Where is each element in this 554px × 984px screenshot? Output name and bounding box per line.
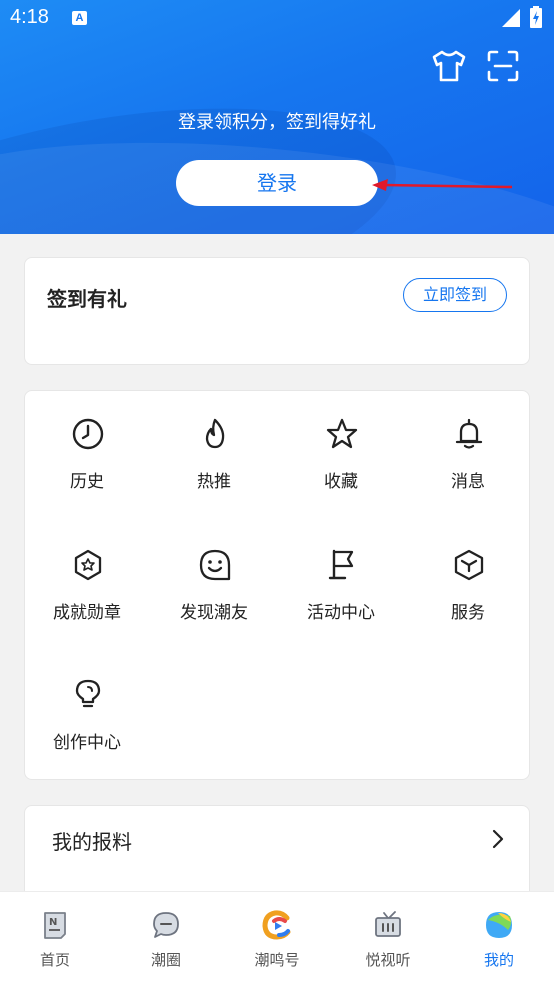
grid-item-label: 成就勋章 bbox=[53, 603, 121, 623]
bottom-tab-bar: N 首页 潮圈 潮鸣号 悦视听 我的 bbox=[0, 891, 554, 984]
sign-in-button[interactable]: 立即签到 bbox=[403, 278, 507, 312]
tab-yueshiting[interactable]: 悦视听 bbox=[333, 892, 443, 984]
profile-header: 4:18 A 登录领积分，签到得好礼 登录 bbox=[0, 0, 554, 234]
tab-mine[interactable]: 我的 bbox=[444, 892, 554, 984]
my-reports-title: 我的报料 bbox=[52, 830, 132, 854]
grid-item-label: 发现潮友 bbox=[180, 603, 248, 623]
sign-in-title: 签到有礼 bbox=[47, 287, 127, 311]
chat-bubble-icon bbox=[153, 912, 179, 938]
badge-icon bbox=[74, 549, 102, 581]
tab-chaoquan[interactable]: 潮圈 bbox=[111, 892, 221, 984]
signal-icon bbox=[502, 9, 520, 27]
feature-grid: 历史 热推 收藏 消息 成就勋章 发现潮友 活动中心 服务 创作中心 bbox=[24, 390, 530, 780]
grid-item-history[interactable]: 历史 bbox=[27, 391, 147, 501]
battery-icon bbox=[530, 6, 542, 28]
tab-label: 潮鸣号 bbox=[254, 951, 300, 969]
grid-item-achievements[interactable]: 成就勋章 bbox=[27, 522, 147, 632]
grid-item-creator-center[interactable]: 创作中心 bbox=[27, 652, 147, 762]
login-button[interactable]: 登录 bbox=[176, 160, 378, 206]
login-prompt: 登录领积分，签到得好礼 bbox=[178, 112, 376, 133]
grid-item-services[interactable]: 服务 bbox=[408, 522, 528, 632]
tab-home[interactable]: N 首页 bbox=[0, 892, 110, 984]
scan-icon[interactable] bbox=[485, 48, 521, 84]
profile-blob-icon bbox=[486, 912, 512, 938]
grid-item-hot[interactable]: 热推 bbox=[154, 391, 274, 501]
notification-app-icon: A bbox=[72, 11, 87, 25]
grid-item-label: 历史 bbox=[70, 472, 104, 492]
flag-icon bbox=[328, 549, 354, 580]
clock-icon bbox=[72, 418, 104, 450]
grid-item-label: 收藏 bbox=[324, 472, 358, 492]
grid-item-discover-friends[interactable]: 发现潮友 bbox=[154, 522, 274, 632]
svg-text:N: N bbox=[49, 917, 57, 928]
annotation-arrow bbox=[372, 179, 513, 191]
grid-item-activity-center[interactable]: 活动中心 bbox=[281, 522, 401, 632]
bell-icon bbox=[455, 418, 483, 449]
shirt-icon[interactable] bbox=[430, 48, 468, 84]
chevron-right-icon bbox=[492, 829, 504, 849]
star-icon bbox=[326, 418, 358, 449]
tab-label: 悦视听 bbox=[365, 951, 411, 969]
tab-chaominghao[interactable]: 潮鸣号 bbox=[222, 892, 332, 984]
news-icon: N bbox=[44, 912, 66, 939]
tab-label: 潮圈 bbox=[150, 951, 181, 969]
grid-item-label: 创作中心 bbox=[53, 733, 121, 753]
tab-label: 首页 bbox=[39, 951, 70, 969]
brand-c-icon bbox=[262, 910, 291, 940]
grid-item-label: 服务 bbox=[451, 603, 485, 623]
smile-chat-icon bbox=[199, 549, 231, 581]
cube-icon bbox=[454, 549, 484, 581]
status-time: 4:18 bbox=[10, 6, 49, 28]
grid-item-label: 活动中心 bbox=[307, 603, 375, 623]
tv-icon bbox=[375, 911, 401, 937]
grid-item-messages[interactable]: 消息 bbox=[408, 391, 528, 501]
grid-item-favorites[interactable]: 收藏 bbox=[281, 391, 401, 501]
tab-label: 我的 bbox=[483, 951, 514, 969]
grid-item-label: 热推 bbox=[197, 472, 231, 492]
sign-in-card: 签到有礼 立即签到 bbox=[24, 257, 530, 365]
grid-item-label: 消息 bbox=[451, 472, 485, 492]
flame-icon bbox=[205, 418, 225, 449]
lightbulb-icon bbox=[75, 679, 101, 708]
